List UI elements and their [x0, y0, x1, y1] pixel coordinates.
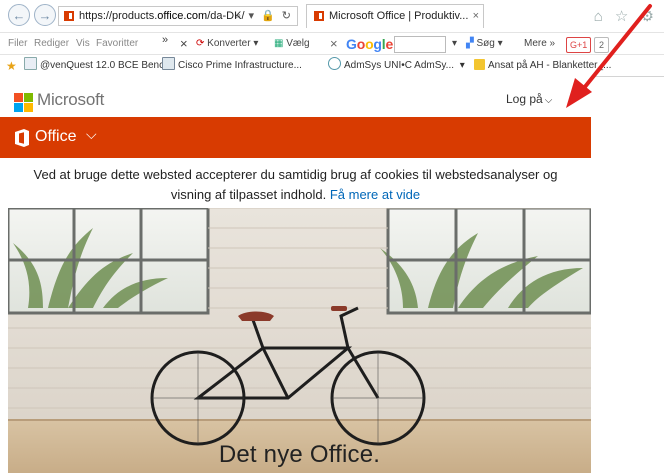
- google-close-icon[interactable]: ×: [330, 33, 338, 55]
- dropdown-arrow-icon: ▾: [253, 38, 259, 49]
- tab-close-icon[interactable]: ×: [473, 5, 479, 27]
- toolbar-overflow[interactable]: »: [162, 29, 168, 51]
- dropdown-arrow-icon: ▾: [497, 38, 503, 49]
- back-arrow-icon: ←: [12, 8, 26, 23]
- office-favicon-icon: [314, 11, 324, 21]
- microsoft-header: Microsoft Log på ⌵: [0, 76, 591, 117]
- google-plus-one-button[interactable]: G+1: [566, 37, 592, 53]
- forward-arrow-icon: →: [38, 8, 52, 23]
- chevron-down-icon[interactable]: ⌵: [86, 126, 97, 143]
- tab-title: Microsoft Office | Produktiv...: [329, 10, 469, 22]
- chevron-down-icon: ⌵: [544, 95, 553, 106]
- cookie-notice: Ved at bruge dette websted accepterer du…: [0, 165, 591, 205]
- bicycle-hero-image: [8, 208, 591, 473]
- menu-edit[interactable]: Rediger: [34, 33, 69, 55]
- browser-address-bar: ← → https://products.office.com/da-DK/ ⌕…: [0, 0, 664, 32]
- hero-title: Det nye Office.: [218, 441, 381, 468]
- home-favorites-settings-icons[interactable]: ⌂ ☆ ⚙: [594, 7, 658, 25]
- hero-banner: Det nye Office.: [8, 208, 591, 473]
- convert-button[interactable]: ⟳ Konverter ▾: [196, 33, 258, 55]
- tab-office[interactable]: Microsoft Office | Produktiv... ×: [306, 4, 484, 28]
- microsoft-brand-name[interactable]: Microsoft: [37, 90, 104, 110]
- bookmark-item[interactable]: Ansat på AH - Blanketter_...: [474, 55, 611, 76]
- office-nav-bar: Office ⌵: [0, 117, 591, 158]
- folder-icon: [474, 59, 485, 70]
- cookie-text-line2: visning af tilpasset indhold. Få mere at…: [170, 187, 421, 202]
- menu-favorites[interactable]: Favoritter: [96, 33, 138, 55]
- choose-button[interactable]: ▦ Vælg: [274, 33, 310, 55]
- google-plus-count: 2: [594, 37, 610, 53]
- bookmark-item[interactable]: AdmSys UNI•C AdmSy... ▾: [328, 55, 465, 76]
- learn-more-link[interactable]: Få mere at vide: [330, 187, 420, 202]
- url-field[interactable]: https://products.office.com/da-DK/ ⌕ ▾ 🔒…: [58, 6, 298, 26]
- back-button[interactable]: ←: [8, 4, 30, 26]
- office-menu-button[interactable]: Office: [35, 128, 77, 146]
- cookie-text-line1: Ved at bruge dette websted accepterer du…: [33, 167, 558, 182]
- google-search-input[interactable]: [394, 36, 446, 53]
- google-search-button[interactable]: ▞ Søg ▾: [466, 33, 503, 55]
- menu-toolbar: Filer Rediger Vis Favoritter » × ⟳ Konve…: [0, 32, 664, 55]
- toolbar-close-icon[interactable]: ×: [180, 33, 188, 55]
- network-icon: [328, 57, 341, 70]
- dropdown-arrow-icon: ▾: [459, 60, 465, 71]
- bookmark-item[interactable]: @venQuest 12.0 BCE Benc...: [24, 55, 172, 76]
- office-favicon-icon: [64, 11, 74, 21]
- menu-file[interactable]: Filer: [8, 33, 27, 55]
- forward-button[interactable]: →: [34, 4, 56, 26]
- google-search-dropdown-icon[interactable]: ▾: [452, 33, 457, 55]
- bookmarks-bar: ★ @venQuest 12.0 BCE Benc... Cisco Prime…: [0, 54, 664, 77]
- grid-icon: ▦: [274, 38, 284, 49]
- cisco-icon: [162, 57, 175, 70]
- google-logo: Google: [346, 36, 394, 52]
- login-button[interactable]: Log på ⌵: [506, 92, 552, 106]
- page-icon: [24, 57, 37, 70]
- more-button[interactable]: Mere »: [524, 33, 555, 55]
- menu-view[interactable]: Vis: [76, 33, 90, 55]
- office-logo-icon[interactable]: [14, 129, 30, 147]
- bookmark-item[interactable]: Cisco Prime Infrastructure...: [162, 55, 302, 76]
- url-tools-icons[interactable]: ⌕ ▾ 🔒 ↻: [235, 7, 293, 25]
- url-text: https://products.office.com/da-DK/: [79, 10, 245, 22]
- pdf-icon: ⟳: [196, 38, 205, 49]
- search-color-icon: ▞: [466, 38, 474, 49]
